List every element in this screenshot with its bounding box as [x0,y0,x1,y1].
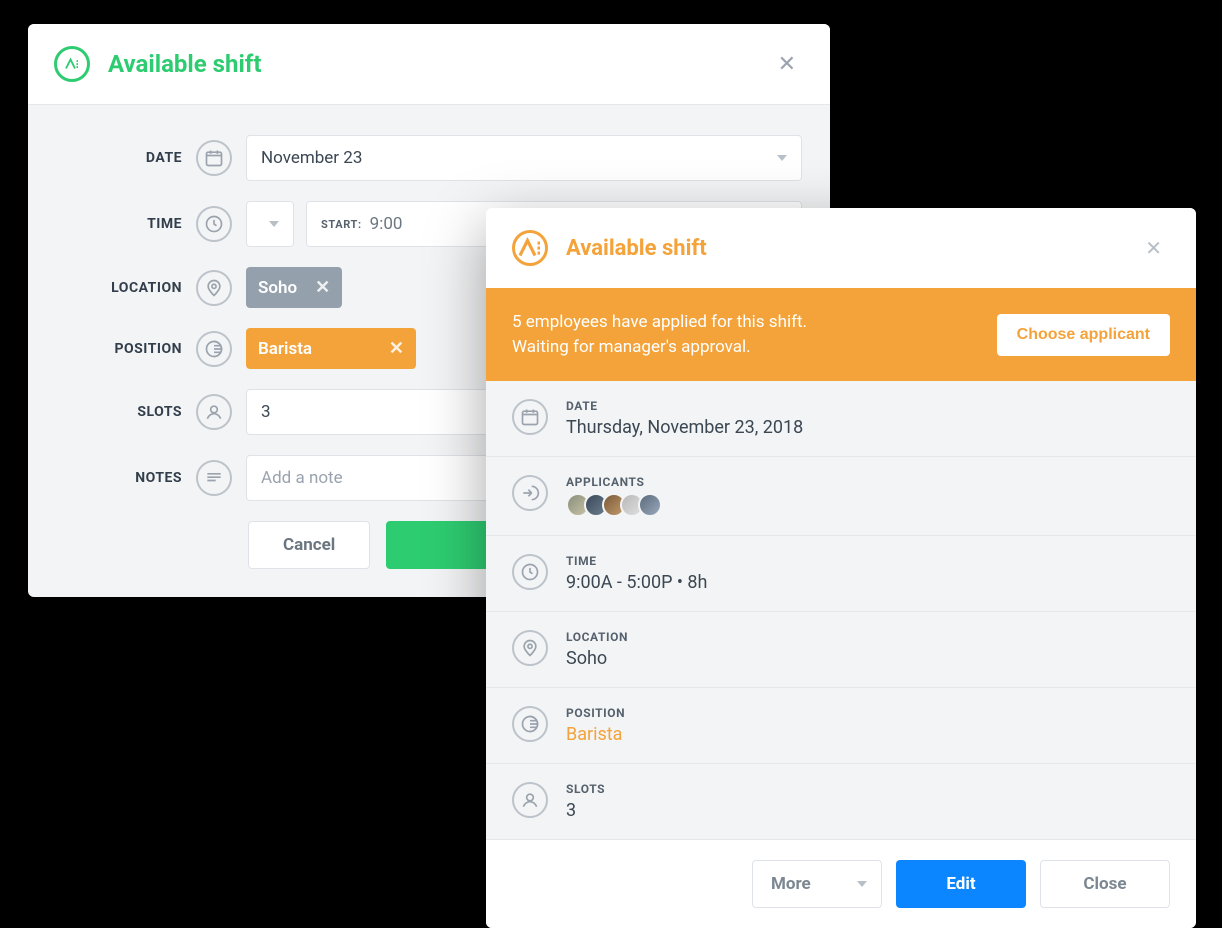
position-label: POSITION [56,341,196,357]
cancel-button[interactable]: Cancel [248,521,370,569]
detail-slots-value: 3 [566,800,1170,821]
time-start-value: 9:00 [370,214,403,234]
close-icon[interactable]: ✕ [770,48,804,81]
detail-info-list: DATE Thursday, November 23, 2018 APPLICA… [486,381,1196,839]
calendar-icon [512,399,548,435]
location-pin-icon [512,630,548,666]
detail-time-value: 9:00A - 5:00P • 8h [566,572,1170,593]
modal-title: Available shift [108,50,770,78]
choose-applicant-button[interactable]: Choose applicant [997,314,1170,356]
close-icon[interactable]: ✕ [1137,232,1170,264]
slots-label: SLOTS [56,404,196,420]
person-icon [196,394,232,430]
detail-date-value: Thursday, November 23, 2018 [566,417,1170,438]
location-label: LOCATION [56,280,196,296]
remove-chip-icon[interactable]: ✕ [315,277,330,298]
position-icon [196,331,232,367]
person-icon [512,782,548,818]
detail-modal-footer: More Edit Close [486,839,1196,928]
modal-header: Available shift ✕ [28,24,830,105]
time-label: TIME [56,216,196,232]
detail-time-label: TIME [566,554,1170,568]
notes-label: NOTES [56,470,196,486]
modal-header: Available shift ✕ [486,208,1196,288]
detail-position-row: POSITION Barista [486,687,1196,763]
chevron-down-icon [269,221,279,227]
calendar-icon [196,140,232,176]
location-chip-label: Soho [258,278,297,298]
detail-position-value: Barista [566,724,1170,745]
notes-icon [196,460,232,496]
chevron-down-icon [777,155,787,161]
detail-location-value: Soho [566,648,1170,669]
app-logo-icon [54,46,90,82]
detail-location-label: LOCATION [566,630,1170,644]
clock-icon [512,554,548,590]
app-logo-icon [512,230,548,266]
time-start-label: START: [321,218,362,231]
detail-slots-row: SLOTS 3 [486,763,1196,839]
position-icon [512,706,548,742]
avatar[interactable] [638,493,662,517]
more-button-label: More [771,874,811,894]
modal-title: Available shift [566,236,1137,261]
detail-date-row: DATE Thursday, November 23, 2018 [486,381,1196,456]
date-label: DATE [56,150,196,166]
applicants-banner: 5 employees have applied for this shift.… [486,288,1196,381]
date-value: November 23 [261,148,362,168]
banner-text: 5 employees have applied for this shift.… [512,310,807,359]
clock-icon [196,206,232,242]
detail-date-label: DATE [566,399,1170,413]
arrow-in-icon [512,475,548,511]
banner-line2: Waiting for manager's approval. [512,335,807,360]
position-chip[interactable]: Barista ✕ [246,328,416,369]
location-pin-icon [196,270,232,306]
date-select[interactable]: November 23 [246,135,802,181]
more-button[interactable]: More [752,860,882,908]
banner-line1: 5 employees have applied for this shift. [512,310,807,335]
chevron-down-icon [857,881,867,887]
detail-slots-label: SLOTS [566,782,1170,796]
date-row: DATE November 23 [56,135,802,181]
applicant-avatars[interactable] [566,493,1170,517]
position-chip-label: Barista [258,339,312,359]
remove-chip-icon[interactable]: ✕ [389,338,404,359]
detail-applicants-label: APPLICANTS [566,475,1170,489]
location-chip[interactable]: Soho ✕ [246,267,342,308]
detail-location-row: LOCATION Soho [486,611,1196,687]
detail-time-row: TIME 9:00A - 5:00P • 8h [486,535,1196,611]
time-preset-select[interactable] [246,201,294,247]
close-button[interactable]: Close [1040,860,1170,908]
detail-applicants-row: APPLICANTS [486,456,1196,535]
edit-button[interactable]: Edit [896,860,1026,908]
detail-position-label: POSITION [566,706,1170,720]
available-shift-detail-modal: Available shift ✕ 5 employees have appli… [486,208,1196,928]
